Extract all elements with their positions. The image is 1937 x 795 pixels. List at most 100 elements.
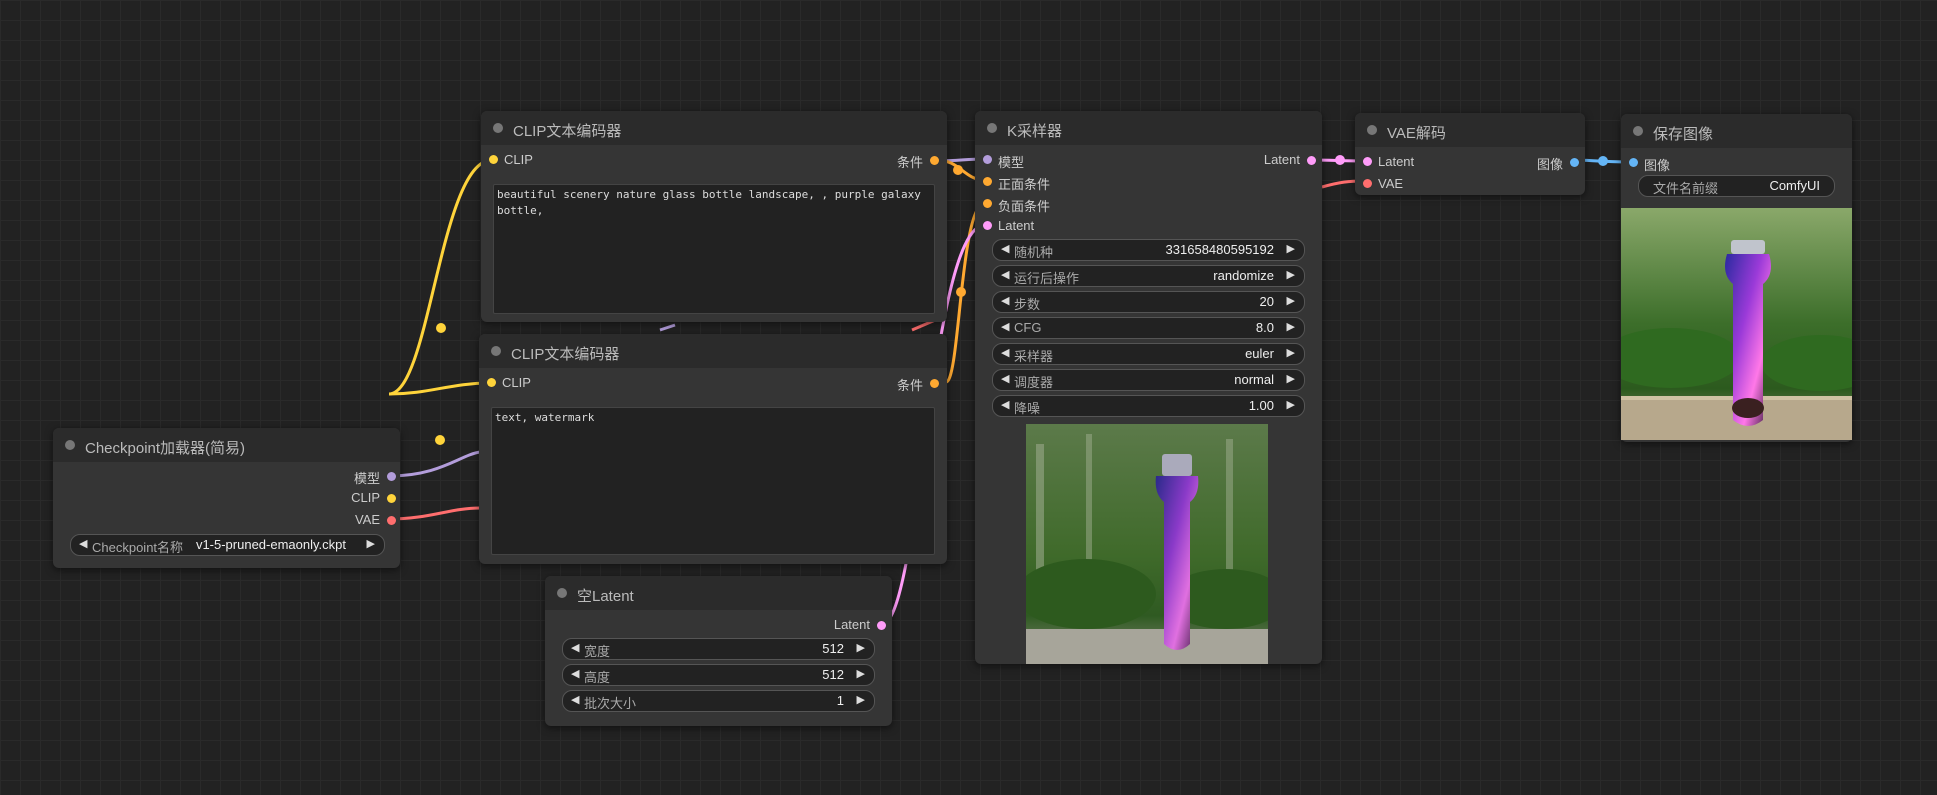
increment-arrow-icon[interactable]: ▶	[857, 693, 865, 706]
output-dot-icon[interactable]	[387, 516, 396, 525]
node-header[interactable]: 空Latent	[545, 576, 892, 610]
increment-arrow-icon[interactable]: ▶	[857, 667, 865, 680]
output-dot-icon[interactable]	[387, 472, 396, 481]
collapse-dot-icon[interactable]	[987, 123, 997, 133]
output-dot-icon[interactable]	[387, 494, 396, 503]
steps-widget[interactable]: ◀ 步数 20 ▶	[992, 291, 1305, 313]
input-dot-icon[interactable]	[983, 155, 992, 164]
input-dot-icon[interactable]	[489, 155, 498, 164]
input-dot-icon[interactable]	[1629, 158, 1638, 167]
node-header[interactable]: VAE解码	[1355, 113, 1585, 147]
save-image-node[interactable]: 保存图像 图像 文件名前缀 ComfyUI	[1621, 114, 1852, 442]
node-header[interactable]: Checkpoint加载器(简易)	[53, 428, 400, 462]
widget-label: 宽度	[584, 644, 611, 659]
widget-value: v1-5-pruned-emaonly.ckpt	[195, 537, 346, 552]
clip-text-encode-negative-node[interactable]: CLIP文本编码器 CLIP 条件 text, watermark	[479, 334, 947, 564]
input-clip[interactable]: CLIP	[489, 152, 533, 167]
collapse-dot-icon[interactable]	[491, 346, 501, 356]
input-latent[interactable]: Latent	[1363, 154, 1414, 169]
increment-arrow-icon[interactable]: ▶	[1287, 294, 1295, 307]
node-header[interactable]: 保存图像	[1621, 114, 1852, 148]
input-dot-icon[interactable]	[983, 199, 992, 208]
decrement-arrow-icon[interactable]: ◀	[1001, 346, 1009, 359]
increment-arrow-icon[interactable]: ▶	[1287, 398, 1295, 411]
cfg-widget[interactable]: ◀ CFG 8.0 ▶	[992, 317, 1305, 339]
scheduler-widget[interactable]: ◀ 调度器 normal ▶	[992, 369, 1305, 391]
width-number-widget[interactable]: ◀ 宽度 512 ▶	[562, 638, 875, 660]
widget-label: 运行后操作	[1014, 271, 1080, 286]
right-arrow-icon[interactable]: ▶	[367, 537, 375, 550]
output-model[interactable]: 模型	[354, 468, 396, 487]
output-clip[interactable]: CLIP	[351, 490, 396, 505]
collapse-dot-icon[interactable]	[493, 123, 503, 133]
collapse-dot-icon[interactable]	[1633, 126, 1643, 136]
output-latent[interactable]: Latent	[834, 617, 886, 632]
decrement-arrow-icon[interactable]: ◀	[1001, 372, 1009, 385]
output-dot-icon[interactable]	[1307, 156, 1316, 165]
decrement-arrow-icon[interactable]: ◀	[1001, 268, 1009, 281]
node-header[interactable]: CLIP文本编码器	[479, 334, 947, 368]
input-clip[interactable]: CLIP	[487, 375, 531, 390]
sampler-name-widget[interactable]: ◀ 采样器 euler ▶	[992, 343, 1305, 365]
node-header[interactable]: K采样器	[975, 111, 1322, 145]
ckpt-name-combo[interactable]: ◀ Checkpoint名称 v1-5-pruned-emaonly.ckpt …	[70, 534, 385, 556]
prompt-textarea[interactable]: text, watermark	[491, 407, 935, 555]
denoise-widget[interactable]: ◀ 降噪 1.00 ▶	[992, 395, 1305, 417]
input-latent[interactable]: Latent	[983, 218, 1034, 233]
seed-widget[interactable]: ◀ 随机种 331658480595192 ▶	[992, 239, 1305, 261]
decrement-arrow-icon[interactable]: ◀	[571, 693, 579, 706]
output-latent[interactable]: Latent	[1264, 152, 1316, 167]
input-dot-icon[interactable]	[983, 177, 992, 186]
wire-clip-negative	[388, 381, 491, 396]
ksampler-node[interactable]: K采样器 模型 正面条件 负面条件 Latent Latent ◀ 随机种 33…	[975, 111, 1322, 664]
node-header[interactable]: CLIP文本编码器	[481, 111, 947, 145]
output-dot-icon[interactable]	[930, 156, 939, 165]
output-conditioning[interactable]: 条件	[897, 152, 939, 171]
input-negative[interactable]: 负面条件	[983, 196, 1050, 215]
collapse-dot-icon[interactable]	[557, 588, 567, 598]
decrement-arrow-icon[interactable]: ◀	[1001, 320, 1009, 333]
decrement-arrow-icon[interactable]: ◀	[1001, 294, 1009, 307]
prompt-textarea[interactable]: beautiful scenery nature glass bottle la…	[493, 184, 935, 314]
decrement-arrow-icon[interactable]: ◀	[1001, 242, 1009, 255]
empty-latent-node[interactable]: 空Latent Latent ◀ 宽度 512 ▶ ◀ 高度 512 ▶ ◀ 批…	[545, 576, 892, 726]
increment-arrow-icon[interactable]: ▶	[1287, 320, 1295, 333]
node-title: K采样器	[1007, 123, 1063, 140]
slot-label: 负面条件	[998, 199, 1051, 214]
input-positive[interactable]: 正面条件	[983, 174, 1050, 193]
height-number-widget[interactable]: ◀ 高度 512 ▶	[562, 664, 875, 686]
input-vae[interactable]: VAE	[1363, 176, 1403, 191]
output-dot-icon[interactable]	[877, 621, 886, 630]
input-dot-icon[interactable]	[1363, 157, 1372, 166]
input-image[interactable]: 图像	[1629, 155, 1670, 174]
increment-arrow-icon[interactable]: ▶	[857, 641, 865, 654]
left-arrow-icon[interactable]: ◀	[79, 537, 87, 550]
output-dot-icon[interactable]	[930, 379, 939, 388]
input-dot-icon[interactable]	[983, 221, 992, 230]
node-title: Checkpoint加载器(简易)	[85, 440, 246, 457]
control-after-generate-widget[interactable]: ◀ 运行后操作 randomize ▶	[992, 265, 1305, 287]
checkpoint-loader-node[interactable]: Checkpoint加载器(简易) 模型 CLIP VAE ◀ Checkpoi…	[53, 428, 400, 568]
decrement-arrow-icon[interactable]: ◀	[571, 641, 579, 654]
batch-size-number-widget[interactable]: ◀ 批次大小 1 ▶	[562, 690, 875, 712]
output-image[interactable]: 图像	[1537, 154, 1579, 173]
input-dot-icon[interactable]	[1363, 179, 1372, 188]
widget-value: 1.00	[1248, 398, 1274, 413]
collapse-dot-icon[interactable]	[65, 440, 75, 450]
output-vae[interactable]: VAE	[355, 512, 396, 527]
clip-text-encode-positive-node[interactable]: CLIP文本编码器 CLIP 条件 beautiful scenery natu…	[481, 111, 947, 322]
vae-decode-node[interactable]: VAE解码 Latent VAE 图像	[1355, 113, 1585, 195]
output-conditioning[interactable]: 条件	[897, 375, 939, 394]
increment-arrow-icon[interactable]: ▶	[1287, 242, 1295, 255]
decrement-arrow-icon[interactable]: ◀	[1001, 398, 1009, 411]
collapse-dot-icon[interactable]	[1367, 125, 1377, 135]
increment-arrow-icon[interactable]: ▶	[1287, 372, 1295, 385]
increment-arrow-icon[interactable]: ▶	[1287, 346, 1295, 359]
widget-value: 20	[1259, 294, 1274, 309]
output-dot-icon[interactable]	[1570, 158, 1579, 167]
input-dot-icon[interactable]	[487, 378, 496, 387]
decrement-arrow-icon[interactable]: ◀	[571, 667, 579, 680]
increment-arrow-icon[interactable]: ▶	[1287, 268, 1295, 281]
input-model[interactable]: 模型	[983, 152, 1024, 171]
filename-prefix-input[interactable]: 文件名前缀 ComfyUI	[1638, 175, 1835, 197]
